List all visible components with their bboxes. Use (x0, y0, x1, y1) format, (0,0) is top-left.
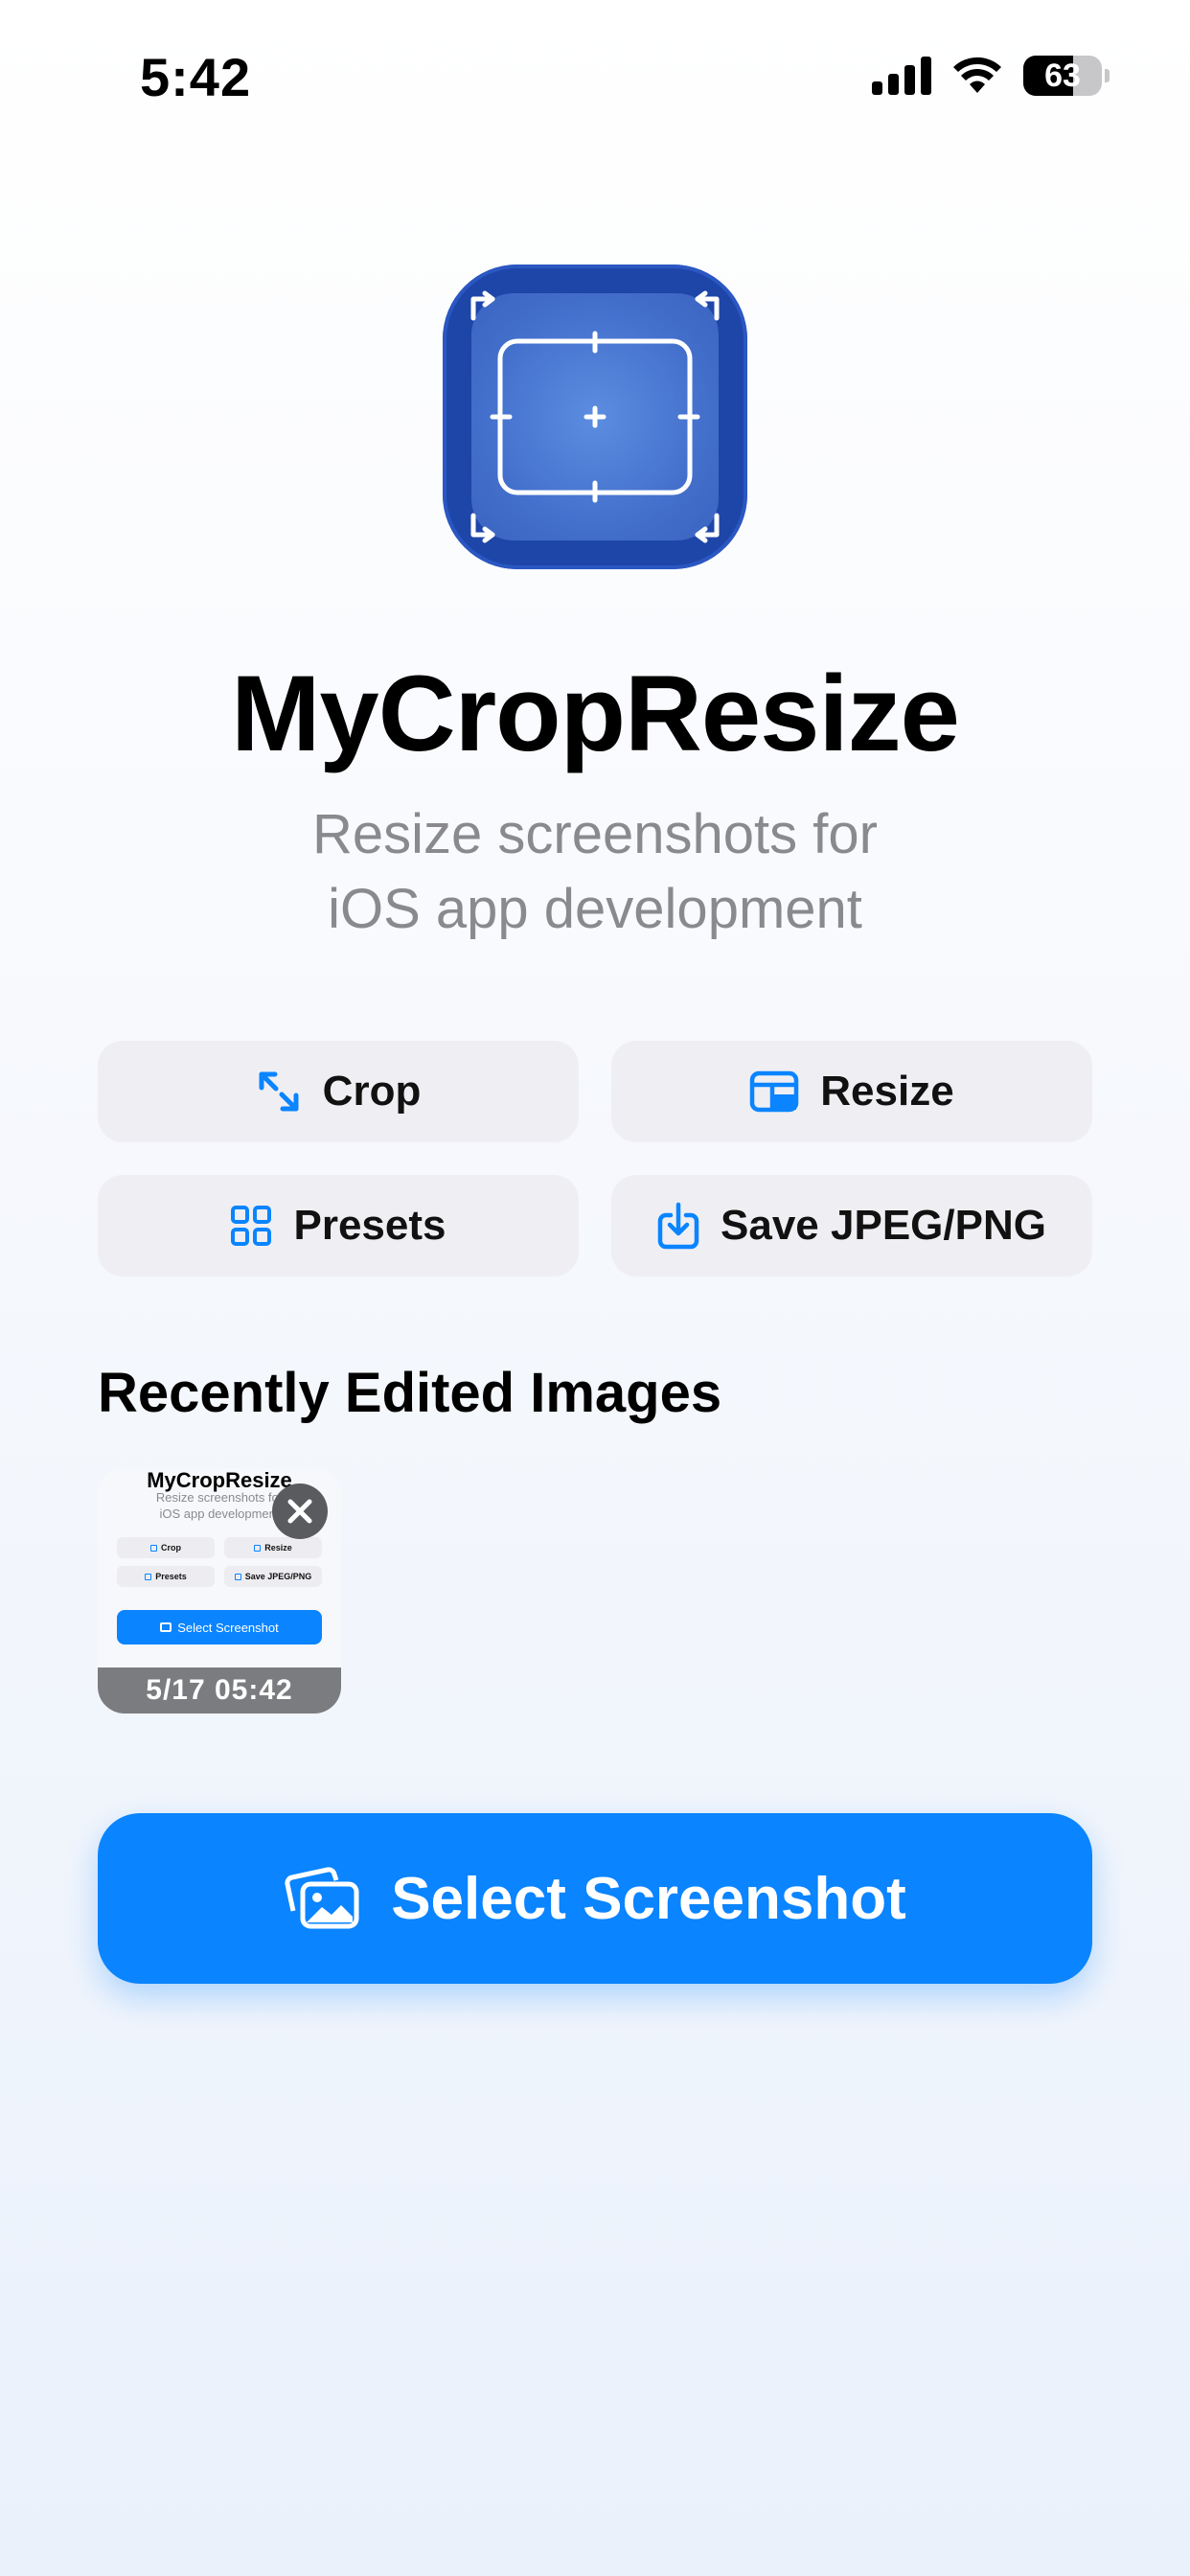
cellular-signal-icon (872, 57, 931, 95)
wifi-icon (953, 57, 1001, 93)
app-subtitle-line1: Resize screenshots for (312, 803, 878, 865)
thumbnail-date: 5/17 05:42 (98, 1668, 341, 1714)
crop-button[interactable]: Crop (98, 1041, 579, 1142)
crop-label: Crop (322, 1068, 422, 1115)
download-tray-icon (657, 1202, 699, 1250)
select-screenshot-button[interactable]: Select Screenshot (98, 1813, 1092, 1984)
app-subtitle-line2: iOS app development (328, 878, 862, 940)
battery-cap (1105, 69, 1110, 82)
preview-select-button: Select Screenshot (117, 1610, 322, 1644)
save-jpeg-png-label: Save JPEG/PNG (721, 1202, 1046, 1249)
status-time: 5:42 (140, 47, 252, 107)
recent-section-title: Recently Edited Images (98, 1362, 722, 1424)
crop-arrows-icon (259, 1071, 299, 1112)
preview-presets: Presets (117, 1566, 215, 1587)
resize-button[interactable]: Resize (611, 1041, 1092, 1142)
select-screenshot-label: Select Screenshot (391, 1865, 906, 1932)
battery-icon: 63 (1023, 56, 1102, 96)
presets-label: Presets (293, 1202, 446, 1249)
app-subtitle: Resize screenshots for iOS app developme… (0, 797, 1190, 947)
grid-icon (231, 1206, 272, 1246)
status-icons: 63 (872, 56, 1110, 96)
app-logo-icon (443, 264, 747, 569)
resize-window-icon (750, 1070, 799, 1113)
battery-percent: 63 (1044, 57, 1081, 94)
preview-crop: Crop (117, 1537, 215, 1558)
resize-label: Resize (820, 1068, 954, 1115)
app-title: MyCropResize (231, 654, 960, 773)
presets-button[interactable]: Presets (98, 1175, 579, 1276)
save-jpeg-png-button[interactable]: Save JPEG/PNG (611, 1175, 1092, 1276)
photos-stack-icon (285, 1867, 359, 1929)
status-bar: 5:42 63 (0, 0, 1190, 153)
preview-resize: Resize (224, 1537, 322, 1558)
preview-save: Save JPEG/PNG (224, 1566, 322, 1587)
remove-thumbnail-button[interactable] (272, 1484, 328, 1539)
close-icon (287, 1499, 312, 1524)
